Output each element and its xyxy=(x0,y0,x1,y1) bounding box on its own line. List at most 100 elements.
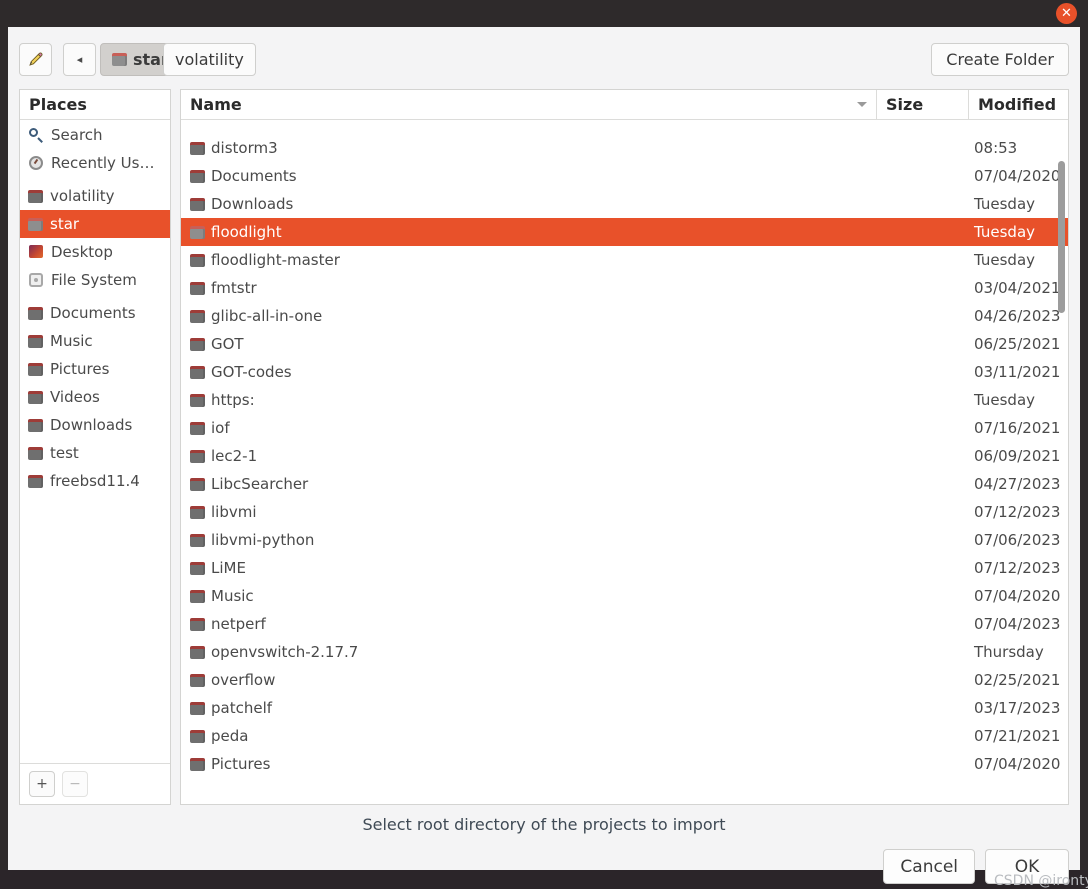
sidebar-item-label: star xyxy=(50,215,80,233)
breadcrumb-label: volatility xyxy=(175,50,244,69)
file-name-label: https: xyxy=(211,391,255,409)
file-name-label: netperf xyxy=(211,615,266,633)
table-row[interactable]: https: Tuesday xyxy=(181,386,1068,414)
file-modified-cell: 03/04/2021 xyxy=(974,279,1061,297)
table-row[interactable]: patchelf 03/17/2023 xyxy=(181,694,1068,722)
folder-icon xyxy=(190,561,205,575)
table-row[interactable]: floodlight-master Tuesday xyxy=(181,246,1068,274)
back-button[interactable]: ◂ xyxy=(63,43,96,76)
path-toolbar: ◂ star volatility Create Folder xyxy=(8,27,1080,87)
file-modified-cell: Tuesday xyxy=(974,223,1036,241)
table-row[interactable]: GOT 06/25/2021 xyxy=(181,330,1068,358)
file-name-cell: distorm3 xyxy=(181,139,873,157)
sidebar-item-downloads[interactable]: Downloads xyxy=(20,411,170,439)
sidebar-item-test[interactable]: test xyxy=(20,439,170,467)
remove-bookmark-button[interactable]: − xyxy=(62,771,88,797)
search-icon xyxy=(28,127,44,143)
table-row[interactable]: floodlight Tuesday xyxy=(181,218,1068,246)
sidebar-item-label: Documents xyxy=(50,304,136,322)
sidebar-item-file-system[interactable]: File System xyxy=(20,266,170,294)
folder-icon xyxy=(28,217,43,231)
table-row[interactable]: peda 07/21/2021 xyxy=(181,722,1068,750)
create-folder-button[interactable]: Create Folder xyxy=(931,43,1069,76)
file-modified-cell: 07/12/2023 xyxy=(974,559,1061,577)
close-icon[interactable]: ✕ xyxy=(1056,3,1077,24)
sidebar-item-label: Music xyxy=(50,332,93,350)
table-row[interactable]: Downloads Tuesday xyxy=(181,190,1068,218)
sidebar-item-volatility[interactable]: volatility xyxy=(20,182,170,210)
table-row[interactable]: GOT-codes 03/11/2021 xyxy=(181,358,1068,386)
folder-icon xyxy=(190,365,205,379)
file-name-cell: GOT-codes xyxy=(181,363,873,381)
file-name-label: Music xyxy=(211,587,254,605)
file-modified-cell: Thursday xyxy=(974,643,1044,661)
sidebar-item-freebsd11-4[interactable]: freebsd11.4 xyxy=(20,467,170,495)
sidebar-item-label: Downloads xyxy=(50,416,133,434)
sidebar-item-star[interactable]: star xyxy=(20,210,170,238)
table-row[interactable]: openvswitch-2.17.7 Thursday xyxy=(181,638,1068,666)
table-row[interactable]: lec2-1 06/09/2021 xyxy=(181,442,1068,470)
file-name-label: peda xyxy=(211,727,249,745)
file-name-cell: patchelf xyxy=(181,699,873,717)
folder-icon xyxy=(190,281,205,295)
file-modified-cell: 02/25/2021 xyxy=(974,671,1061,689)
sidebar-item-pictures[interactable]: Pictures xyxy=(20,355,170,383)
table-row[interactable]: overflow 02/25/2021 xyxy=(181,666,1068,694)
table-row[interactable]: glibc-all-in-one 04/26/2023 xyxy=(181,302,1068,330)
sidebar-item-search[interactable]: Search xyxy=(20,121,170,149)
file-name-cell: peda xyxy=(181,727,873,745)
folder-icon xyxy=(28,189,43,203)
table-row[interactable]: LibcSearcher 04/27/2023 xyxy=(181,470,1068,498)
folder-icon xyxy=(190,701,205,715)
sidebar-item-music[interactable]: Music xyxy=(20,327,170,355)
column-header-size[interactable]: Size xyxy=(876,90,968,119)
table-row[interactable]: libvmi 07/12/2023 xyxy=(181,498,1068,526)
table-row[interactable]: iof 07/16/2021 xyxy=(181,414,1068,442)
folder-icon xyxy=(28,362,43,376)
file-name-cell: glibc-all-in-one xyxy=(181,307,873,325)
file-list-body: distorm3 08:53 Documents 07/04/2020 Download… xyxy=(181,120,1068,804)
file-name-label: floodlight xyxy=(211,223,282,241)
file-modified-cell: Tuesday xyxy=(974,391,1036,409)
table-row[interactable]: libvmi-python 07/06/2023 xyxy=(181,526,1068,554)
folder-icon xyxy=(190,309,205,323)
folder-icon xyxy=(190,421,205,435)
file-name-label: LiME xyxy=(211,559,246,577)
sidebar-item-documents[interactable]: Documents xyxy=(20,299,170,327)
file-name-cell: libvmi xyxy=(181,503,873,521)
add-bookmark-button[interactable]: + xyxy=(29,771,55,797)
vertical-scrollbar[interactable] xyxy=(1057,153,1066,804)
table-row[interactable]: netperf 07/04/2023 xyxy=(181,610,1068,638)
table-row[interactable] xyxy=(181,120,1068,134)
breadcrumb-item-volatility[interactable]: volatility xyxy=(163,43,256,76)
sidebar-item-desktop[interactable]: Desktop xyxy=(20,238,170,266)
sidebar-item-label: Videos xyxy=(50,388,100,406)
folder-icon xyxy=(190,197,205,211)
table-row[interactable]: Pictures 07/04/2020 xyxy=(181,750,1068,778)
pencil-icon[interactable] xyxy=(19,43,52,76)
column-header-name[interactable]: Name xyxy=(181,90,876,119)
scrollbar-thumb[interactable] xyxy=(1058,161,1065,313)
sidebar-item-videos[interactable]: Videos xyxy=(20,383,170,411)
table-row[interactable]: Music 07/04/2020 xyxy=(181,582,1068,610)
file-name-cell: floodlight-master xyxy=(181,251,873,269)
file-modified-cell: 07/04/2023 xyxy=(974,615,1061,633)
folder-icon xyxy=(190,169,205,183)
file-name-label: lec2-1 xyxy=(211,447,258,465)
folder-icon xyxy=(190,505,205,519)
table-row[interactable]: Documents 07/04/2020 xyxy=(181,162,1068,190)
file-name-label: Downloads xyxy=(211,195,294,213)
dialog-body: ◂ star volatility Create Folder Places S… xyxy=(8,27,1088,889)
file-name-label: GOT xyxy=(211,335,244,353)
folder-icon xyxy=(190,589,205,603)
column-header-modified[interactable]: Modified xyxy=(968,90,1068,119)
file-name-cell: LibcSearcher xyxy=(181,475,873,493)
cancel-button[interactable]: Cancel xyxy=(883,849,975,884)
table-row[interactable]: fmtstr 03/04/2021 xyxy=(181,274,1068,302)
sidebar-item-label: volatility xyxy=(50,187,115,205)
table-row[interactable]: LiME 07/12/2023 xyxy=(181,554,1068,582)
sidebar-item-recently-us[interactable]: Recently Us… xyxy=(20,149,170,177)
ok-button[interactable]: OK xyxy=(985,849,1069,884)
folder-icon xyxy=(190,393,205,407)
table-row[interactable]: distorm3 08:53 xyxy=(181,134,1068,162)
